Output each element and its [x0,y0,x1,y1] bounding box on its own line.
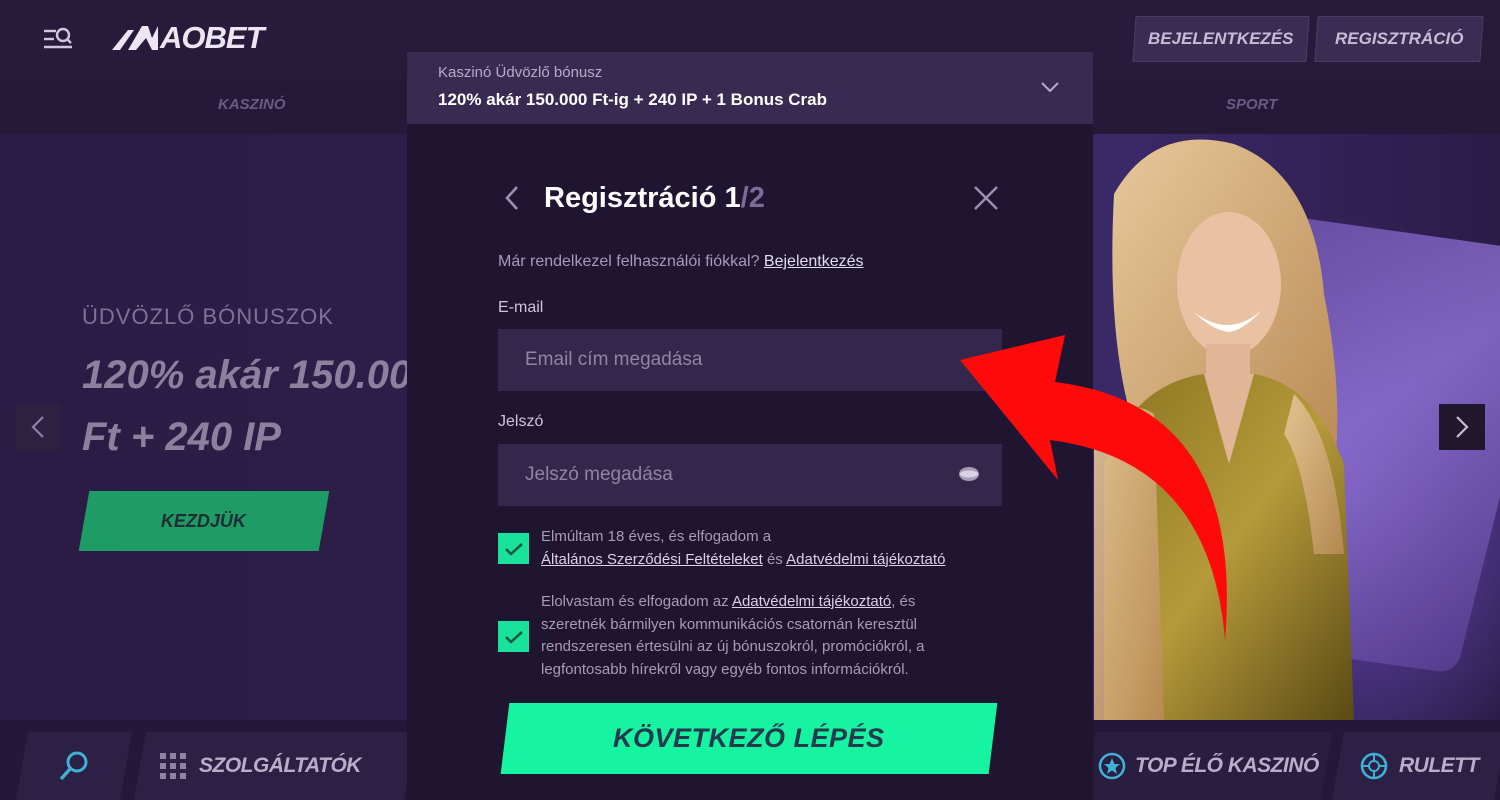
hero-start-label: KEZDJÜK [161,510,247,531]
password-input[interactable] [498,444,1002,506]
consent2-text-a: Elolvastam és elfogadom az [541,593,729,610]
category-top-live-casino-button[interactable]: TOP ÉLŐ KASZINÓ [1084,732,1332,800]
login-button[interactable]: BEJELENTKEZÉS [1132,16,1310,62]
next-step-label: KÖVETKEZŐ LÉPÉS [613,723,885,753]
registration-modal: Regisztráció 1/2 Már rendelkezel felhasz… [407,124,1093,800]
logo[interactable]: AOBET [112,20,264,55]
age-terms-consent: Elmúltam 18 éves, és elfogadom a Általán… [541,526,981,571]
check-icon [504,630,523,644]
top-live-label: TOP ÉLŐ KASZINÓ [1135,754,1319,777]
bonus-selector[interactable]: Kaszinó Üdvözlő bónusz 120% akár 150.000… [407,52,1093,124]
have-account-label: Már rendelkezel felhasználói fiókkal? [498,253,760,270]
modal-title-step: Regisztráció 1 [544,182,741,214]
menu-search-icon[interactable] [42,26,74,52]
age-terms-checkbox[interactable] [498,533,529,564]
category-roulette-button[interactable]: RULETT [1332,732,1500,800]
hero-model-image [1094,139,1354,720]
carousel-next-button[interactable] [1439,404,1485,450]
login-button-label: BEJELENTKEZÉS [1148,29,1294,48]
search-icon [59,751,88,781]
register-button[interactable]: REGISZTRÁCIÓ [1314,16,1484,62]
have-account-text: Már rendelkezel felhasználói fiókkal? Be… [498,253,864,271]
chevron-down-icon[interactable] [1040,80,1060,94]
password-label: Jelszó [498,413,544,430]
roulette-icon [1360,752,1388,780]
eye-icon[interactable] [958,465,980,483]
marketing-consent: Elolvastam és elfogadom az Adatvédelmi t… [541,591,981,681]
hero-start-button[interactable]: KEZDJÜK [78,491,330,551]
category-search-button[interactable] [16,732,132,800]
modal-title: Regisztráció 1/2 [544,182,765,215]
privacy-link-1[interactable]: Adatvédelmi tájékoztató [786,551,945,568]
hero-title-line2: Ft + 240 IP [82,415,281,459]
login-link[interactable]: Bejelentkezés [764,253,864,270]
category-providers-button[interactable]: SZOLGÁLTATÓK [134,732,386,800]
logo-text: AOBET [160,20,264,55]
bonus-label: Kaszinó Üdvözlő bónusz [438,64,603,81]
modal-title-total: /2 [740,182,765,214]
marketing-consent-checkbox[interactable] [498,621,529,652]
consent1-and: és [766,550,783,568]
consent1-text: Elmúltam 18 éves, és elfogadom a [541,528,772,545]
terms-link[interactable]: Általános Szerződési Feltételeket [541,551,763,568]
star-chip-icon [1098,752,1126,780]
register-button-label: REGISZTRÁCIÓ [1334,29,1464,48]
grid-icon [160,753,186,779]
chevron-left-icon [31,416,44,438]
bonus-value: 120% akár 150.000 Ft-ig + 240 IP + 1 Bon… [438,90,827,109]
hero-title: 120% akár 150.000 Ft + 240 IP [82,344,412,468]
nav-casino[interactable]: KASZINÓ [218,96,286,113]
close-icon[interactable] [973,185,999,211]
next-step-button[interactable]: KÖVETKEZŐ LÉPÉS [500,703,998,774]
privacy-link-2[interactable]: Adatvédelmi tájékoztató [732,593,891,610]
roulette-label: RULETT [1399,754,1479,777]
carousel-prev-button[interactable] [15,404,61,450]
check-icon [504,542,523,556]
hero-subtitle: ÜDVÖZLŐ BÓNUSZOK [82,304,334,329]
providers-label: SZOLGÁLTATÓK [199,754,361,777]
logo-mark-icon [112,26,158,50]
email-input[interactable] [498,329,1002,391]
nav-sport[interactable]: SPORT [1226,96,1277,113]
hero-title-line1: 120% akár 150.000 [82,353,412,397]
email-label: E-mail [498,299,544,316]
back-chevron-icon[interactable] [501,184,523,212]
chevron-right-icon [1456,416,1469,438]
